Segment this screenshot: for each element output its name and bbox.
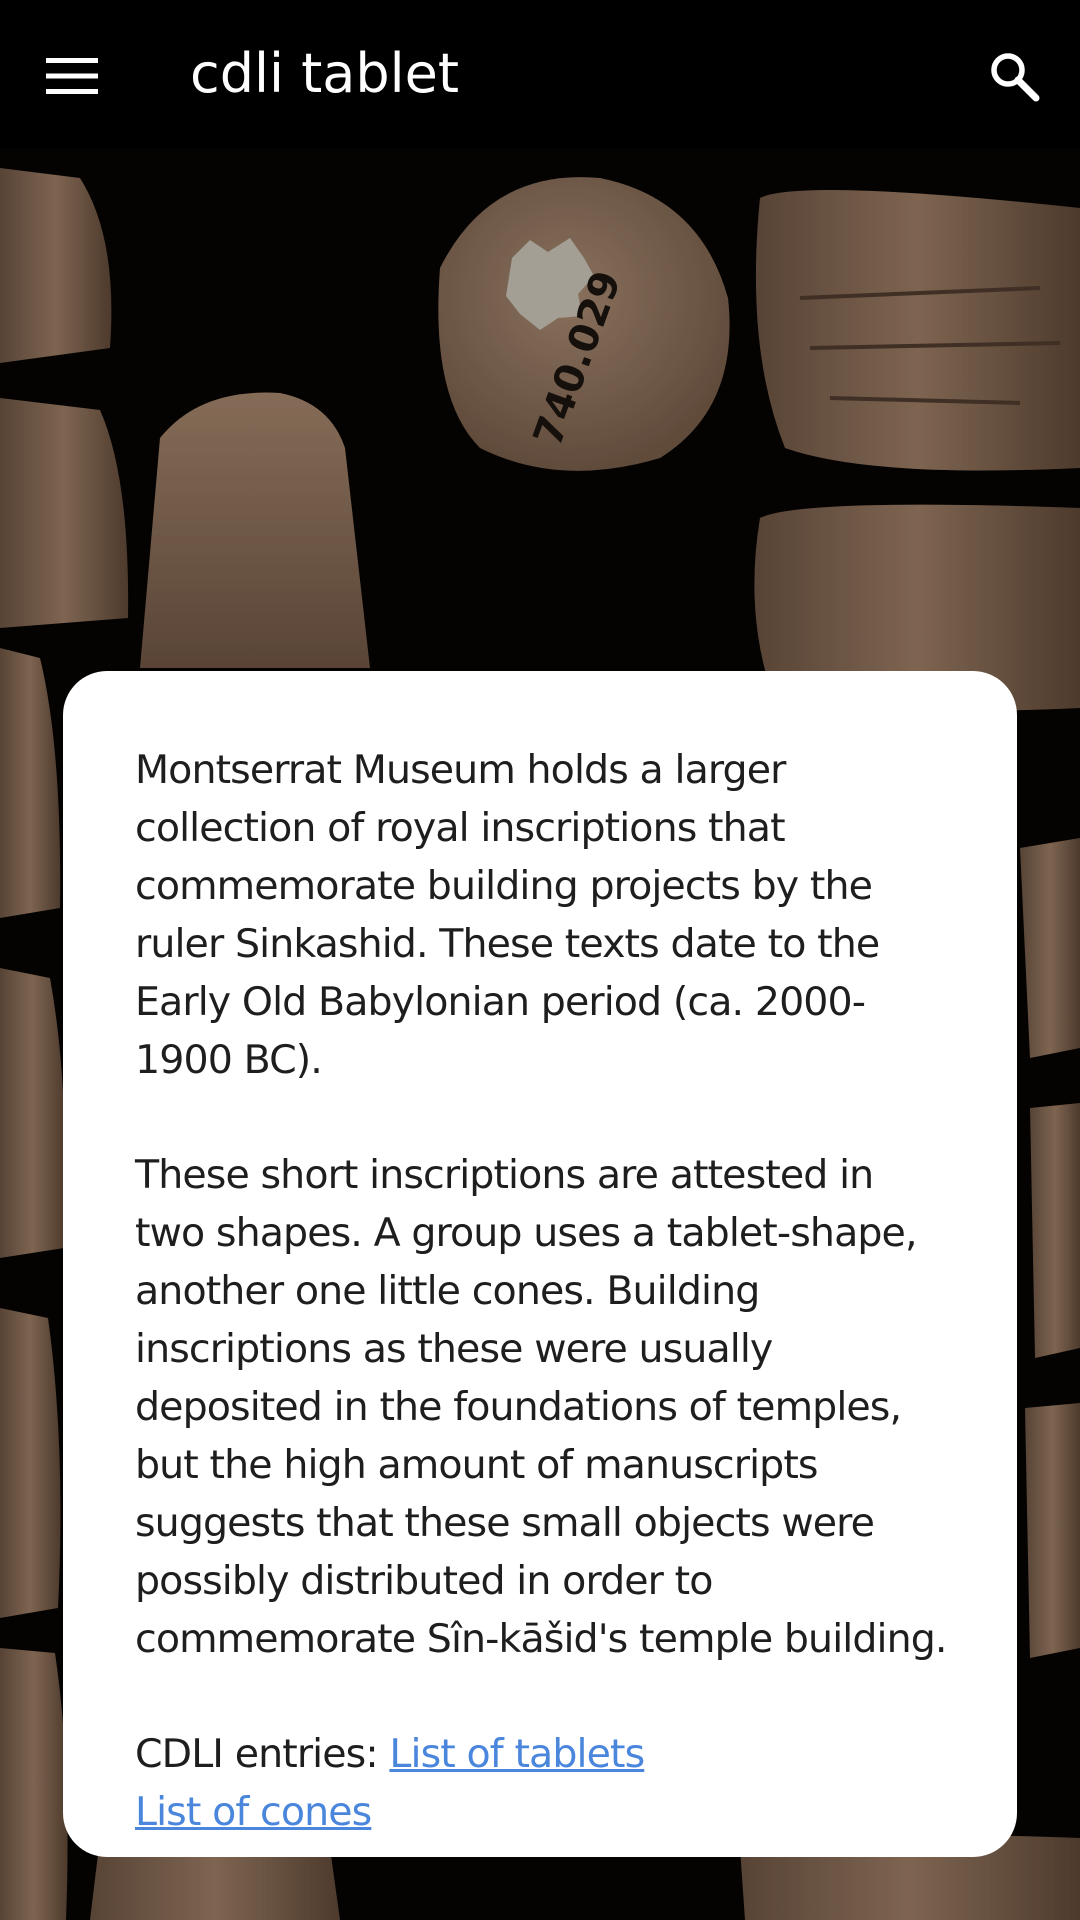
hamburger-menu-icon [46,58,98,94]
menu-button[interactable] [30,34,114,118]
description-paragraph: Montserrat Museum holds a larger collect… [135,747,880,1083]
info-card: Montserrat Museum holds a larger collect… [63,671,1017,1857]
list-of-cones-link[interactable]: List of cones [135,1789,372,1835]
app-bar: cdli tablet [0,0,1080,148]
search-icon [991,53,1040,102]
search-button[interactable] [972,34,1056,118]
list-of-tablets-link[interactable]: List of tablets [389,1731,645,1777]
entries-label: CDLI entries: [135,1731,390,1777]
app-title: cdli tablet [190,42,460,105]
description-paragraph: These short inscriptions are attested in… [135,1152,947,1662]
cdli-entries: CDLI entries: List of tablets List of co… [135,1725,947,1841]
